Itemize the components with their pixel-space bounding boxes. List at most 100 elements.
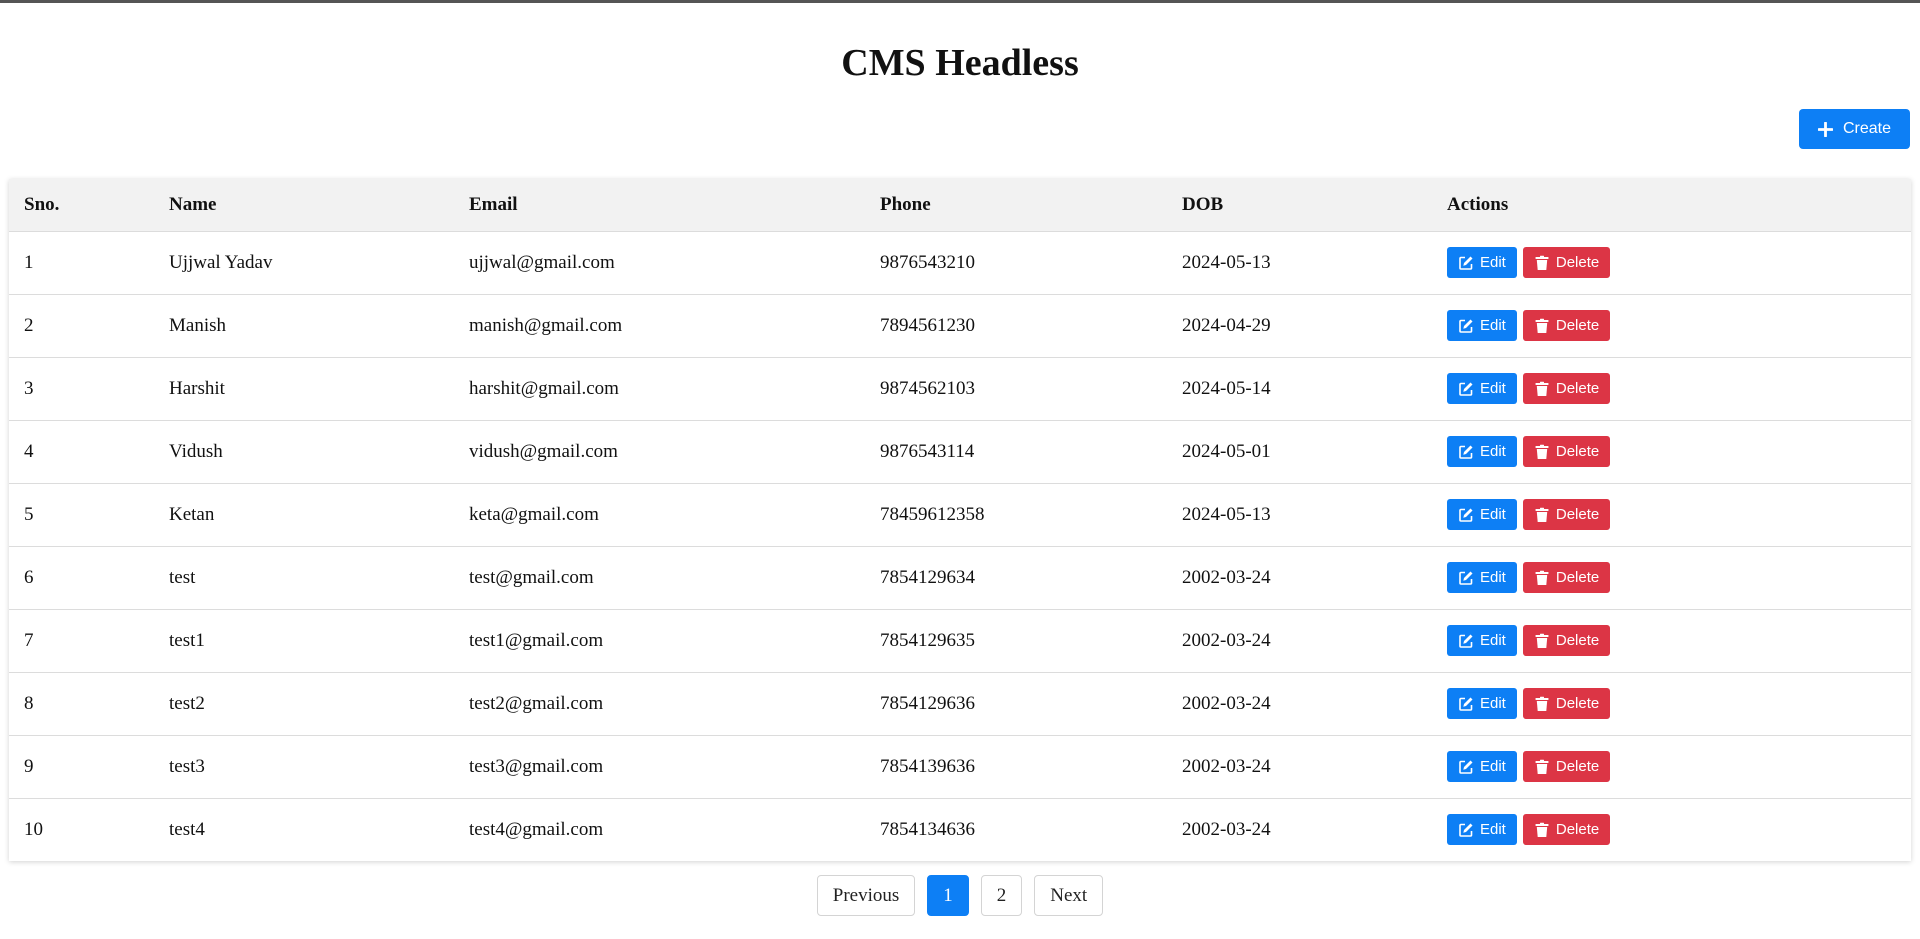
edit-icon	[1458, 759, 1474, 775]
cell-dob: 2024-05-01	[1182, 440, 1271, 462]
edit-button-label: Edit	[1480, 317, 1506, 334]
edit-icon	[1458, 822, 1474, 838]
edit-icon	[1458, 570, 1474, 586]
edit-button[interactable]: Edit	[1447, 499, 1517, 530]
page-2-button[interactable]: 2	[980, 875, 1023, 916]
trash-icon	[1534, 822, 1550, 838]
cell-email: test1@gmail.com	[469, 629, 604, 651]
edit-button[interactable]: Edit	[1447, 625, 1517, 656]
delete-button[interactable]: Delete	[1522, 373, 1611, 404]
cell-dob: 2002-03-24	[1182, 566, 1271, 588]
cell-phone: 7854129635	[880, 629, 975, 651]
cell-actions: Edit Delete	[1432, 609, 1911, 672]
cell-sno: 3	[24, 377, 34, 399]
trash-icon	[1534, 696, 1550, 712]
trash-icon	[1534, 759, 1550, 775]
table-row: 2 Manish manish@gmail.com 7894561230 2024-04…	[9, 294, 1911, 357]
cell-dob: 2002-03-24	[1182, 818, 1271, 840]
cell-actions: Edit Delete	[1432, 798, 1911, 861]
delete-button[interactable]: Delete	[1522, 814, 1611, 846]
edit-button[interactable]: Edit	[1447, 688, 1517, 719]
edit-icon	[1458, 381, 1474, 397]
cell-actions: Edit Delete	[1432, 735, 1911, 798]
cell-dob: 2024-05-13	[1182, 251, 1271, 273]
header-dob: DOB	[1182, 193, 1224, 215]
delete-button-label: Delete	[1555, 380, 1600, 397]
delete-button[interactable]: Delete	[1522, 688, 1611, 719]
pagination: Previous 1 2 Next	[0, 875, 1920, 916]
delete-button-label: Delete	[1555, 632, 1600, 649]
cell-email: manish@gmail.com	[469, 314, 623, 336]
delete-button[interactable]: Delete	[1522, 436, 1611, 467]
page-1-button[interactable]: 1	[927, 875, 969, 916]
cell-actions: Edit Delete	[1432, 546, 1911, 609]
cell-email: ujjwal@gmail.com	[469, 251, 615, 273]
next-button[interactable]: Next	[1034, 875, 1104, 916]
delete-button[interactable]: Delete	[1522, 751, 1611, 782]
header-email: Email	[469, 193, 518, 215]
cell-sno: 10	[24, 818, 43, 840]
edit-button[interactable]: Edit	[1447, 310, 1517, 341]
delete-button-label: Delete	[1555, 695, 1600, 712]
delete-button[interactable]: Delete	[1522, 499, 1611, 530]
cell-email: test3@gmail.com	[469, 755, 604, 777]
header-actions: Actions	[1447, 193, 1509, 215]
delete-button[interactable]: Delete	[1522, 247, 1611, 278]
cell-email: harshit@gmail.com	[469, 377, 619, 399]
edit-button[interactable]: Edit	[1447, 436, 1517, 467]
edit-icon	[1458, 318, 1474, 334]
delete-button[interactable]: Delete	[1522, 310, 1611, 341]
edit-button-label: Edit	[1480, 695, 1506, 712]
cell-name: Vidush	[169, 440, 223, 462]
edit-button-label: Edit	[1480, 821, 1506, 839]
cell-dob: 2024-05-13	[1182, 503, 1271, 525]
trash-icon	[1534, 507, 1550, 523]
cell-phone: 7854129636	[880, 692, 975, 714]
cell-sno: 5	[24, 503, 34, 525]
edit-button-label: Edit	[1480, 506, 1506, 523]
cell-sno: 6	[24, 566, 34, 588]
edit-icon	[1458, 444, 1474, 460]
edit-icon	[1458, 696, 1474, 712]
delete-button-label: Delete	[1555, 317, 1600, 334]
cell-actions: Edit Delete	[1432, 420, 1911, 483]
cell-actions: Edit Delete	[1432, 231, 1911, 294]
cell-name: Manish	[169, 314, 226, 336]
edit-button[interactable]: Edit	[1447, 373, 1517, 404]
cell-dob: 2002-03-24	[1182, 629, 1271, 651]
cell-name: test1	[169, 629, 205, 651]
edit-button[interactable]: Edit	[1447, 751, 1517, 782]
header-phone: Phone	[880, 193, 931, 215]
delete-button[interactable]: Delete	[1522, 625, 1611, 656]
header-name: Name	[169, 193, 217, 215]
cell-email: test@gmail.com	[469, 566, 594, 588]
table-row: 7 test1 test1@gmail.com 7854129635 2002-03-2…	[9, 609, 1911, 672]
edit-button[interactable]: Edit	[1447, 814, 1517, 846]
table-row: 10 test4 test4@gmail.com 7854134636 2002-03-…	[9, 798, 1911, 861]
trash-icon	[1534, 318, 1550, 334]
delete-button[interactable]: Delete	[1522, 562, 1611, 593]
previous-button[interactable]: Previous	[816, 875, 916, 916]
create-button[interactable]: Create	[1798, 109, 1910, 149]
users-table: Sno. Name Email Phone DOB Actions 1 Ujjwa…	[9, 179, 1911, 861]
cell-dob: 2024-04-29	[1182, 314, 1271, 336]
cell-email: keta@gmail.com	[469, 503, 599, 525]
table-row: 4 Vidush vidush@gmail.com 9876543114 2024-05…	[9, 420, 1911, 483]
cell-actions: Edit Delete	[1432, 294, 1911, 357]
table-row: 1 Ujjwal Yadav ujjwal@gmail.com 9876543210 2…	[9, 231, 1911, 294]
edit-button[interactable]: Edit	[1447, 247, 1517, 278]
trash-icon	[1534, 381, 1550, 397]
edit-button-label: Edit	[1480, 380, 1506, 397]
delete-button-label: Delete	[1555, 821, 1600, 839]
table-row: 8 test2 test2@gmail.com 7854129636 2002-03-2…	[9, 672, 1911, 735]
delete-button-label: Delete	[1555, 569, 1600, 586]
cell-phone: 9876543210	[880, 251, 975, 273]
cell-name: test	[169, 566, 196, 588]
delete-button-label: Delete	[1555, 506, 1600, 523]
cell-email: test4@gmail.com	[469, 818, 604, 840]
cell-name: test2	[169, 692, 205, 714]
cell-name: test3	[169, 755, 205, 777]
table-header-row: Sno. Name Email Phone DOB Actions	[9, 179, 1911, 231]
edit-button-label: Edit	[1480, 443, 1506, 460]
edit-button[interactable]: Edit	[1447, 562, 1517, 593]
